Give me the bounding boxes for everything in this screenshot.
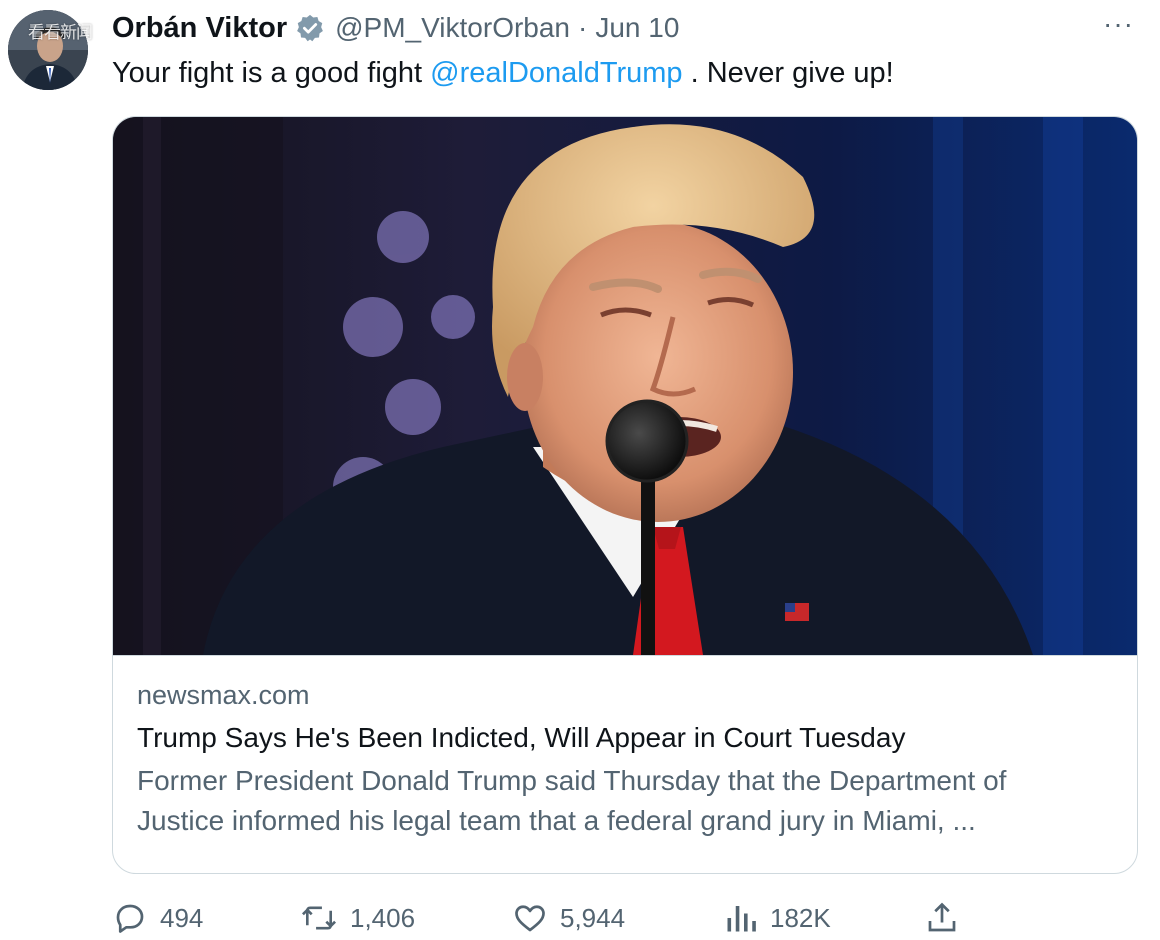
card-image[interactable] bbox=[113, 117, 1137, 656]
retweet-icon bbox=[300, 900, 338, 936]
watermark-text: 看看新闻 bbox=[28, 23, 93, 43]
retweet-button[interactable]: 1,406 bbox=[300, 896, 415, 940]
reply-icon bbox=[112, 900, 148, 936]
like-button[interactable]: 5,944 bbox=[512, 896, 625, 940]
card-domain: newsmax.com bbox=[137, 680, 310, 710]
author-handle[interactable]: @PM_ViktorOrban bbox=[335, 12, 570, 44]
link-card[interactable]: newsmax.com Trump Says He's Been Indicte… bbox=[112, 116, 1138, 874]
views-icon bbox=[724, 900, 758, 936]
mention-link[interactable]: @realDonaldTrump bbox=[430, 57, 682, 89]
tweet-text-after: . Never give up! bbox=[682, 57, 894, 89]
views-button[interactable]: 182K bbox=[724, 896, 831, 940]
verified-badge-icon bbox=[295, 13, 325, 43]
tweet-header: Orbán Viktor @PM_ViktorOrban · Jun 10 bbox=[112, 8, 679, 48]
tweet: 看看新闻 Orbán Viktor @PM_ViktorOrban · Jun … bbox=[0, 0, 1160, 940]
action-bar: 494 1,406 5,944 182K bbox=[112, 896, 972, 940]
more-options-icon[interactable]: ··· bbox=[1103, 10, 1134, 38]
card-description: Former President Donald Trump said Thurs… bbox=[137, 761, 1117, 841]
retweet-count: 1,406 bbox=[350, 902, 416, 933]
card-description-line-1: Former President Donald Trump said Thurs… bbox=[137, 765, 1007, 796]
display-name[interactable]: Orbán Viktor bbox=[112, 12, 287, 45]
tweet-date[interactable]: Jun 10 bbox=[595, 12, 679, 44]
share-button[interactable] bbox=[924, 896, 960, 940]
card-photo bbox=[113, 117, 1137, 655]
views-count: 182K bbox=[770, 902, 831, 933]
heart-icon bbox=[512, 900, 548, 936]
reply-button[interactable]: 494 bbox=[112, 896, 203, 940]
reply-count: 494 bbox=[160, 902, 204, 933]
card-description-line-2: Justice informed his legal team that a f… bbox=[137, 805, 976, 836]
card-title[interactable]: Trump Says He's Been Indicted, Will Appe… bbox=[137, 719, 1117, 757]
tweet-text: Your fight is a good fight @realDonaldTr… bbox=[112, 54, 894, 92]
header-separator: · bbox=[578, 12, 588, 43]
card-body: newsmax.com Trump Says He's Been Indicte… bbox=[137, 677, 1117, 841]
share-icon bbox=[924, 900, 960, 936]
like-count: 5,944 bbox=[560, 902, 626, 933]
tweet-text-before: Your fight is a good fight bbox=[112, 57, 431, 89]
